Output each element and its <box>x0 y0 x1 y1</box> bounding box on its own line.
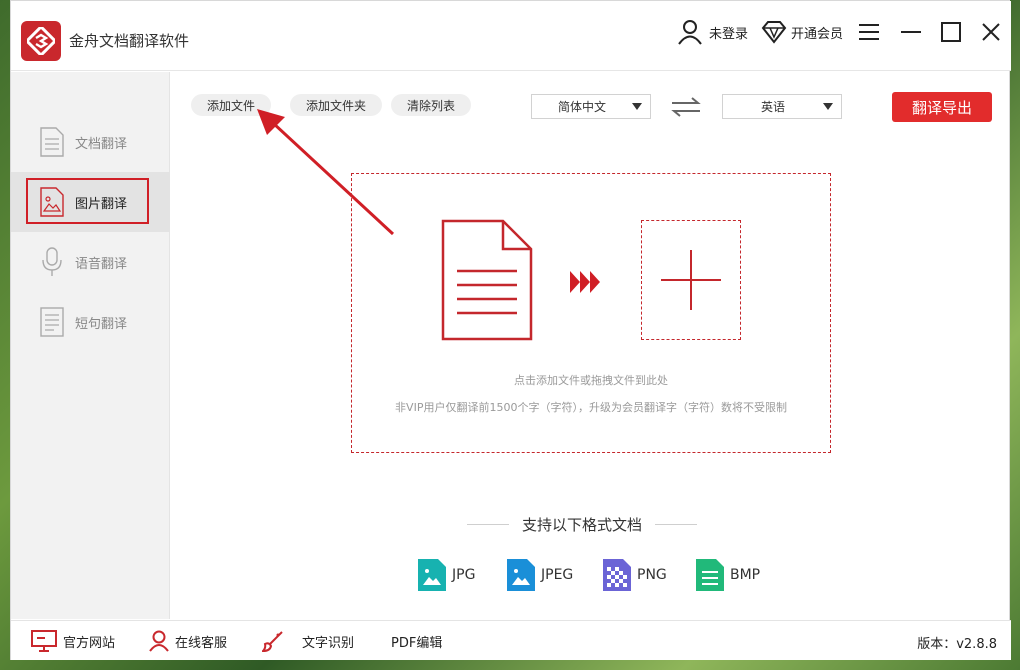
app-title: 金舟文档翻译软件 <box>69 32 190 50</box>
clear-list-button[interactable]: 清除列表 <box>391 94 471 116</box>
sidebar-item-label: 文档翻译 <box>75 136 128 152</box>
formats-title: 支持以下格式文档 <box>467 514 697 535</box>
brush-icon <box>262 630 284 652</box>
jpg-file-icon <box>418 559 446 591</box>
forward-arrows-icon <box>570 271 600 293</box>
diamond-icon <box>761 21 787 44</box>
format-png: PNG <box>603 559 667 591</box>
ocr-link[interactable]: 文字识别 <box>262 629 354 653</box>
close-icon[interactable] <box>980 19 1006 45</box>
official-website-link[interactable]: 官方网站 <box>31 629 115 653</box>
format-label: JPG <box>452 567 476 583</box>
pdf-edit-link[interactable]: PDF编辑 <box>391 629 442 653</box>
app-logo-icon <box>21 21 61 61</box>
sidebar: 文档翻译 图片翻译 语音翻译 短句翻译 <box>11 72 170 619</box>
format-label: JPEG <box>541 567 574 583</box>
support-agent-icon <box>149 630 169 652</box>
selection-highlight <box>26 178 149 224</box>
menu-icon[interactable] <box>858 19 884 45</box>
version-label: 版本：v2.8.8 <box>917 637 997 652</box>
microphone-icon <box>39 247 65 277</box>
online-support-link[interactable]: 在线客服 <box>149 629 227 653</box>
swap-language-icon[interactable] <box>670 96 702 118</box>
maximize-icon[interactable] <box>940 19 966 45</box>
chevron-down-icon <box>632 103 642 110</box>
support-label: 在线客服 <box>175 635 228 651</box>
pdf-edit-label: PDF编辑 <box>391 635 443 651</box>
monitor-icon <box>31 630 57 652</box>
png-file-icon <box>603 559 631 591</box>
website-label: 官方网站 <box>63 635 116 651</box>
document-icon <box>39 127 65 157</box>
sidebar-item-sentence-translate[interactable]: 短句翻译 <box>11 292 170 352</box>
sentence-icon <box>39 307 65 337</box>
vip-label: 开通会员 <box>791 26 844 42</box>
sidebar-item-image-translate[interactable]: 图片翻译 <box>11 172 170 232</box>
target-language-select[interactable]: 英语 <box>722 94 842 119</box>
jpeg-file-icon <box>507 559 535 591</box>
login-label: 未登录 <box>709 26 749 42</box>
format-bmp: BMP <box>696 559 760 591</box>
add-file-target[interactable] <box>641 220 741 340</box>
vip-button[interactable]: 开通会员 <box>761 19 843 45</box>
chevron-down-icon <box>823 103 833 110</box>
sidebar-item-label: 语音翻译 <box>75 256 128 272</box>
translate-export-button[interactable]: 翻译导出 <box>892 92 992 122</box>
target-language-value: 英语 <box>760 100 785 114</box>
user-icon <box>678 20 702 45</box>
minimize-icon[interactable] <box>900 19 926 45</box>
source-language-value: 简体中文 <box>557 100 606 114</box>
format-label: BMP <box>730 567 761 583</box>
plus-icon <box>661 250 721 310</box>
sidebar-item-voice-translate[interactable]: 语音翻译 <box>11 232 170 292</box>
sidebar-item-document-translate[interactable]: 文档翻译 <box>11 112 170 172</box>
source-language-select[interactable]: 简体中文 <box>531 94 651 119</box>
status-bar: 官方网站 在线客服 文字识别 PDF编辑 版本：v2.8.8 <box>11 620 1011 660</box>
app-window: 金舟文档翻译软件 未登录 开通会员 文档翻译 图片翻译 语音翻译 短句翻译 添加… <box>10 0 1011 660</box>
file-drop-zone[interactable]: 点击添加文件或拖拽文件到此处 非VIP用户仅翻译前1500个字（字符），升级为会… <box>351 173 831 453</box>
drop-hint: 点击添加文件或拖拽文件到此处 <box>514 374 668 387</box>
document-icon <box>441 219 533 341</box>
format-jpg: JPG <box>418 559 475 591</box>
title-bar: 金舟文档翻译软件 未登录 开通会员 <box>11 1 1011 71</box>
sidebar-item-label: 短句翻译 <box>75 316 128 332</box>
ocr-label: 文字识别 <box>302 635 355 651</box>
bmp-file-icon <box>696 559 724 591</box>
format-label: PNG <box>637 567 667 583</box>
format-jpeg: JPEG <box>507 559 573 591</box>
login-button[interactable]: 未登录 <box>677 19 748 45</box>
vip-limit-note: 非VIP用户仅翻译前1500个字（字符），升级为会员翻译字（字符）数将不受限制 <box>395 401 787 414</box>
